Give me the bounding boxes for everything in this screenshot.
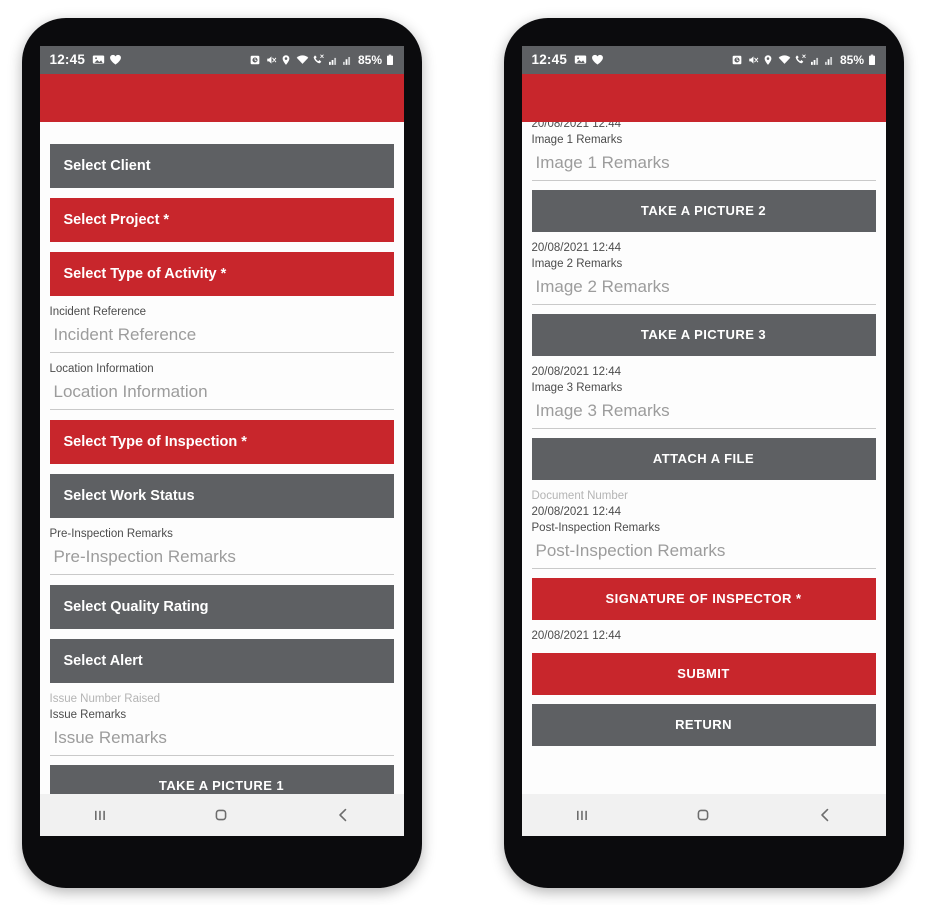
- home-square-icon: [216, 809, 227, 820]
- input-image-3-remarks[interactable]: [531, 397, 876, 429]
- heart-icon: [110, 54, 121, 65]
- form-body-right[interactable]: 20/08/2021 12:44 Image 1 Remarks TAKE A …: [521, 121, 886, 794]
- label-image-1-remarks: Image 1 Remarks: [531, 133, 623, 146]
- signal-bars-icon: [328, 57, 337, 65]
- status-clock-2: 12:45: [531, 52, 568, 67]
- select-project[interactable]: Select Project *: [49, 197, 394, 242]
- attach-a-file-button[interactable]: ATTACH A FILE: [531, 437, 876, 480]
- heart-icon: [592, 54, 603, 65]
- call-icon: [796, 54, 807, 63]
- volume-mute-icon: [749, 55, 759, 64]
- recents-icon: [95, 810, 106, 820]
- timestamp-signature: 20/08/2021 12:44: [531, 629, 622, 642]
- alarm-icon: [251, 55, 260, 64]
- location-pin-icon: [283, 54, 290, 65]
- nav-home-button[interactable]: [673, 794, 733, 836]
- status-bar-left-group: 12:45: [50, 52, 123, 67]
- image-icon: [574, 55, 587, 64]
- signature-of-inspector-button[interactable]: SIGNATURE OF INSPECTOR *: [531, 577, 876, 620]
- wifi-icon: [778, 54, 791, 64]
- status-bar-right: 12:45 85%: [521, 45, 886, 74]
- label-incident-reference: Incident Reference: [49, 305, 147, 318]
- status-bar-right-group-2: 85%: [731, 53, 875, 67]
- signal-bars-icon: [810, 57, 819, 65]
- label-image-2-remarks: Image 2 Remarks: [531, 257, 623, 270]
- status-bar-right-group: 85%: [249, 53, 393, 67]
- volume-mute-icon: [267, 55, 277, 64]
- timestamp-image-3: 20/08/2021 12:44: [531, 365, 622, 378]
- battery-icon: [868, 54, 875, 65]
- input-image-1-remarks[interactable]: [531, 149, 876, 181]
- input-post-inspection-remarks[interactable]: [531, 537, 876, 569]
- select-type-of-activity[interactable]: Select Type of Activity *: [49, 251, 394, 296]
- signal-bars-secondary-icon: [343, 56, 351, 65]
- select-client[interactable]: Select Client: [49, 143, 394, 188]
- phone-comparison-stage: 12:45 85% Select Client Select Project *…: [0, 0, 925, 905]
- call-icon: [314, 54, 325, 63]
- system-nav-bar-left: [39, 793, 404, 836]
- select-type-of-inspection[interactable]: Select Type of Inspection *: [49, 419, 394, 464]
- nav-recents-button[interactable]: [552, 794, 612, 836]
- phone-screen-right: 12:45 85% 20/08/2021 12:44 Image 1 Remar…: [521, 45, 886, 836]
- input-issue-remarks[interactable]: [49, 724, 394, 756]
- image-icon: [92, 55, 105, 64]
- phone-device-right: 12:45 85% 20/08/2021 12:44 Image 1 Remar…: [503, 17, 904, 888]
- recents-icon: [577, 810, 588, 820]
- nav-home-button[interactable]: [191, 794, 251, 836]
- return-button[interactable]: RETURN: [531, 703, 876, 746]
- label-document-number: Document Number: [531, 489, 629, 502]
- nav-back-button[interactable]: [795, 794, 855, 836]
- nav-recents-button[interactable]: [70, 794, 130, 836]
- label-issue-remarks: Issue Remarks: [49, 708, 127, 721]
- input-image-2-remarks[interactable]: [531, 273, 876, 305]
- back-chevron-icon: [339, 808, 347, 821]
- timestamp-image-1: 20/08/2021 12:44: [531, 121, 622, 130]
- app-bar-left: [39, 73, 404, 122]
- take-a-picture-3-button[interactable]: TAKE A PICTURE 3: [531, 313, 876, 356]
- battery-percent-label-2: 85%: [839, 52, 864, 67]
- take-a-picture-1-button[interactable]: TAKE A PICTURE 1: [49, 764, 394, 794]
- select-work-status[interactable]: Select Work Status: [49, 473, 394, 518]
- wifi-icon: [296, 54, 309, 64]
- input-incident-reference[interactable]: [49, 321, 394, 353]
- input-pre-inspection-remarks[interactable]: [49, 543, 394, 575]
- app-bar-right: [521, 73, 886, 122]
- system-nav-bar-right: [521, 793, 886, 836]
- timestamp-document: 20/08/2021 12:44: [531, 505, 622, 518]
- status-clock: 12:45: [49, 52, 86, 67]
- label-post-inspection-remarks: Post-Inspection Remarks: [531, 521, 660, 534]
- back-chevron-icon: [821, 808, 829, 821]
- signal-bars-secondary-icon: [825, 56, 833, 65]
- submit-button[interactable]: SUBMIT: [531, 652, 876, 695]
- status-bar-left: 12:45 85%: [39, 45, 404, 74]
- select-alert[interactable]: Select Alert: [49, 638, 394, 683]
- input-location-information[interactable]: [49, 378, 394, 410]
- alarm-icon: [733, 55, 742, 64]
- timestamp-image-2: 20/08/2021 12:44: [531, 241, 622, 254]
- form-body-left[interactable]: Select Client Select Project * Select Ty…: [39, 121, 404, 794]
- select-quality-rating[interactable]: Select Quality Rating: [49, 584, 394, 629]
- status-bar-left-group-2: 12:45: [532, 52, 605, 67]
- battery-icon: [386, 54, 393, 65]
- label-issue-number-raised: Issue Number Raised: [49, 692, 161, 705]
- label-pre-inspection-remarks: Pre-Inspection Remarks: [49, 527, 173, 540]
- phone-device-left: 12:45 85% Select Client Select Project *…: [21, 17, 422, 888]
- nav-back-button[interactable]: [313, 794, 373, 836]
- label-image-3-remarks: Image 3 Remarks: [531, 381, 623, 394]
- take-a-picture-2-button[interactable]: TAKE A PICTURE 2: [531, 189, 876, 232]
- battery-percent-label: 85%: [357, 52, 382, 67]
- phone-screen-left: 12:45 85% Select Client Select Project *…: [39, 45, 404, 836]
- home-square-icon: [698, 809, 709, 820]
- location-pin-icon: [765, 54, 772, 65]
- label-location-information: Location Information: [49, 362, 154, 375]
